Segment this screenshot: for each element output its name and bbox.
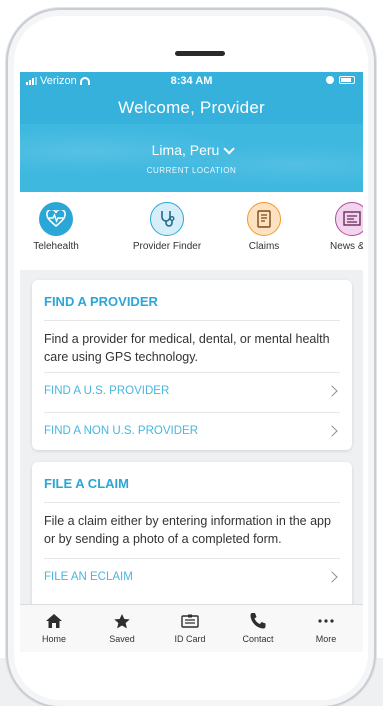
find-non-us-provider-link[interactable]: FIND A NON U.S. PROVIDER — [32, 412, 352, 450]
find-provider-card: FIND A PROVIDER Find a provider for medi… — [32, 280, 352, 450]
card-description: Find a provider for medical, dental, or … — [44, 332, 330, 364]
link-label: FIND A U.S. PROVIDER — [44, 385, 170, 397]
tab-label: ID Card — [174, 634, 206, 644]
link-label: FILE AN ECLAIM — [44, 571, 133, 583]
news-icon — [335, 202, 363, 236]
heart-pulse-icon — [39, 202, 73, 236]
tab-contact[interactable]: Contact — [224, 611, 292, 644]
more-icon — [292, 611, 360, 631]
quick-action-label: Claims — [248, 241, 280, 252]
tab-label: Contact — [242, 634, 274, 644]
location-name[interactable]: Lima, Peru — [20, 142, 363, 158]
divider — [44, 502, 340, 503]
app-screen: Verizon 8:34 AM Welcome, Provider Lima, … — [20, 72, 363, 652]
phone-icon — [224, 611, 292, 631]
home-icon — [20, 611, 88, 631]
app-header: Verizon 8:34 AM Welcome, Provider — [20, 72, 363, 124]
quick-action-label: Provider Finder — [132, 241, 202, 252]
tab-home[interactable]: Home — [20, 611, 88, 644]
speaker-grille — [175, 51, 225, 56]
quick-action-news[interactable]: News & S — [312, 202, 363, 252]
quick-actions: Telehealth Provider Finder Claims News &… — [20, 192, 363, 270]
tab-label: Saved — [109, 634, 135, 644]
divider — [44, 320, 340, 321]
tab-saved[interactable]: Saved — [88, 611, 156, 644]
quick-action-label: News & S — [330, 241, 363, 252]
status-right — [326, 76, 355, 84]
battery-icon — [339, 76, 355, 84]
link-label: FIND A NON U.S. PROVIDER — [44, 425, 198, 437]
tab-more[interactable]: More — [292, 611, 360, 644]
id-card-icon — [156, 611, 224, 631]
tab-label: More — [315, 634, 337, 644]
alarm-icon — [326, 76, 334, 84]
file-eclaim-link[interactable]: FILE AN ECLAIM — [32, 558, 352, 598]
status-time: 8:34 AM — [170, 75, 213, 87]
tab-id-card[interactable]: ID Card — [156, 611, 224, 644]
quick-action-provider-finder[interactable]: Provider Finder — [127, 202, 207, 252]
location-label: CURRENT LOCATION — [146, 166, 237, 175]
card-title: FILE A CLAIM — [44, 476, 129, 491]
tab-label: Home — [41, 634, 66, 644]
chevron-right-icon — [326, 385, 338, 397]
location-name-text: Lima, Peru — [151, 142, 220, 158]
find-us-provider-link[interactable]: FIND A U.S. PROVIDER — [32, 372, 352, 412]
tab-bar: Home Saved ID Card Contact More — [20, 604, 363, 652]
chevron-right-icon — [326, 425, 338, 437]
quick-action-claims[interactable]: Claims — [224, 202, 304, 252]
status-bar: Verizon 8:34 AM — [20, 72, 363, 90]
location-selector[interactable]: Lima, Peru CURRENT LOCATION — [20, 124, 363, 192]
chevron-right-icon — [326, 571, 338, 583]
page-title: Welcome, Provider — [118, 98, 265, 117]
document-icon — [247, 202, 281, 236]
card-description: File a claim either by entering informat… — [44, 514, 331, 546]
chevron-down-icon — [223, 143, 236, 155]
stethoscope-icon — [150, 202, 184, 236]
card-title: FIND A PROVIDER — [44, 294, 158, 309]
quick-action-label: Telehealth — [33, 241, 79, 252]
quick-action-telehealth[interactable]: Telehealth — [20, 202, 96, 252]
file-claim-card: FILE A CLAIM File a claim either by ente… — [32, 462, 352, 622]
star-icon — [88, 611, 156, 631]
